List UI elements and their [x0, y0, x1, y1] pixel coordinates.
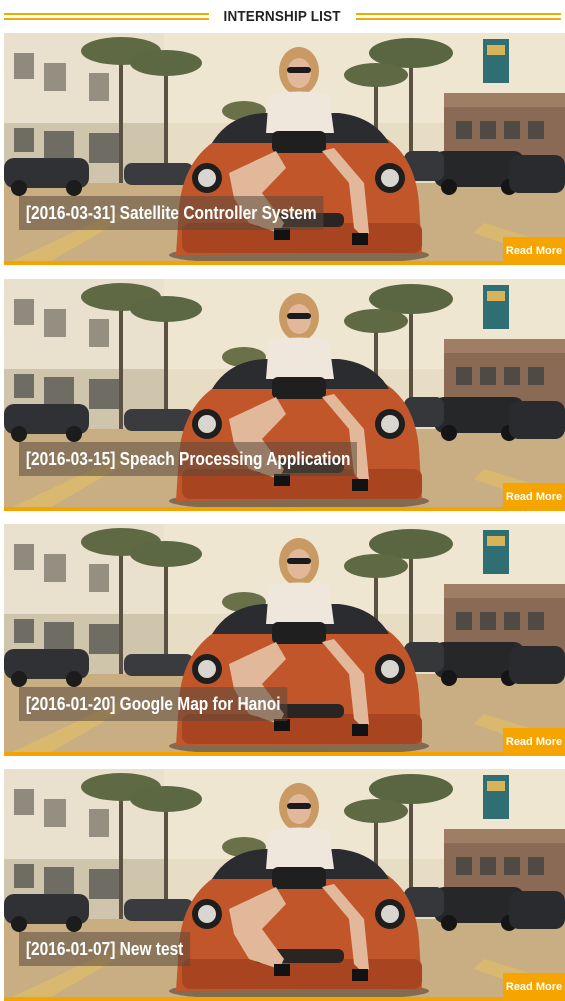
page: INTERNSHIP LIST [2016-03-31] Satellite C… — [0, 0, 565, 1001]
internship-title[interactable]: [2016-01-07] New test — [19, 932, 191, 966]
read-more-button[interactable]: Read More — [503, 728, 565, 756]
internship-thumbnail[interactable] — [4, 524, 565, 756]
read-more-button[interactable]: Read More — [503, 237, 565, 265]
card-accent-bar — [4, 997, 565, 1001]
header-rule-right — [355, 13, 561, 20]
internship-card[interactable]: [2016-03-31] Satellite Controller System… — [4, 33, 565, 265]
internship-card[interactable]: [2016-01-07] New test Read More — [4, 769, 565, 1001]
internship-title[interactable]: [2016-01-20] Google Map for Hanoi — [19, 687, 288, 721]
read-more-button[interactable]: Read More — [503, 973, 565, 1001]
internship-card[interactable]: [2016-03-15] Speach Processing Applicati… — [4, 279, 565, 511]
internship-thumbnail[interactable] — [4, 279, 565, 511]
section-title: INTERNSHIP LIST — [223, 8, 342, 25]
internship-thumbnail[interactable] — [4, 769, 565, 1001]
internship-title[interactable]: [2016-03-31] Satellite Controller System — [19, 196, 324, 230]
section-header: INTERNSHIP LIST — [0, 0, 565, 33]
card-accent-bar — [4, 261, 565, 265]
internship-title[interactable]: [2016-03-15] Speach Processing Applicati… — [19, 442, 358, 476]
internship-thumbnail[interactable] — [4, 33, 565, 265]
card-accent-bar — [4, 507, 565, 511]
header-rule-left — [4, 13, 210, 20]
read-more-button[interactable]: Read More — [503, 483, 565, 511]
card-accent-bar — [4, 752, 565, 756]
internship-card[interactable]: [2016-01-20] Google Map for Hanoi Read M… — [4, 524, 565, 756]
